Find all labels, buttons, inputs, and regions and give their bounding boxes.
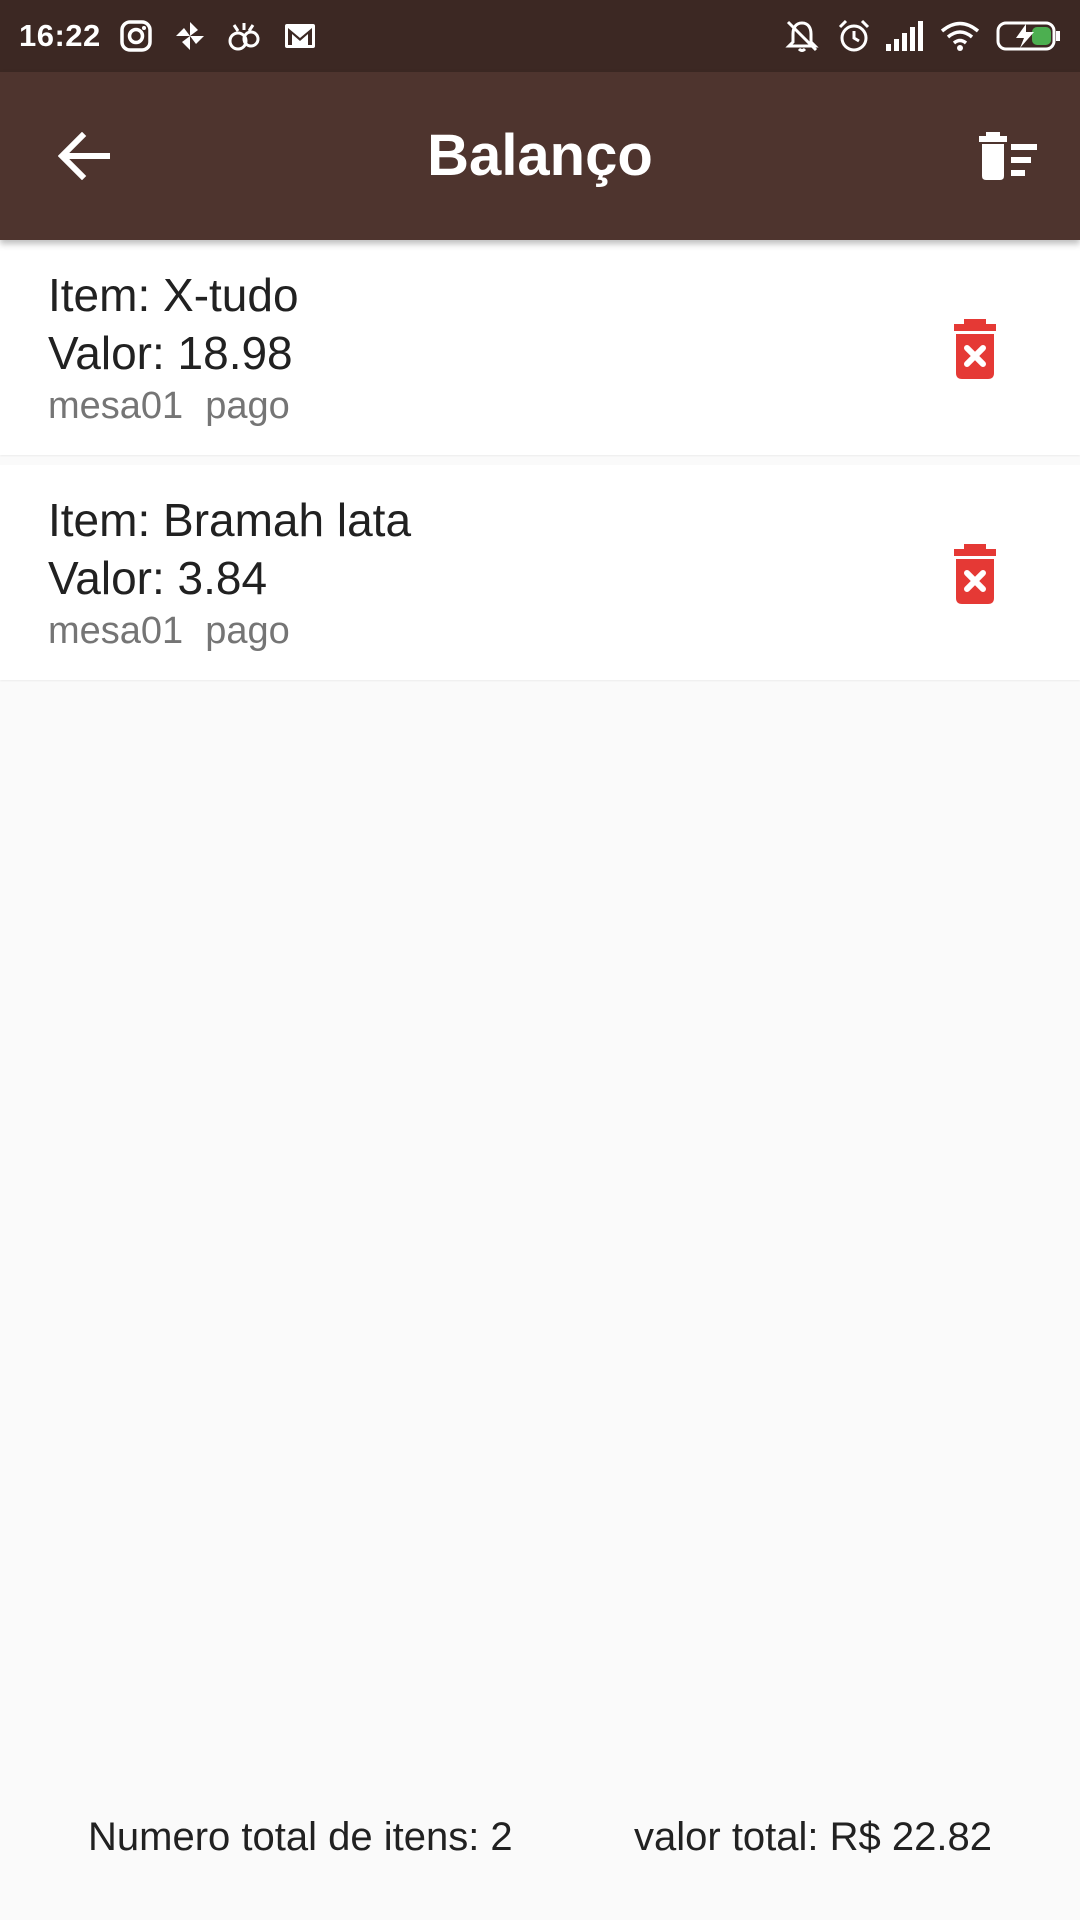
delete-forever-icon (954, 319, 996, 379)
list-item[interactable]: Item: Bramah lata Valor: 3.84 mesa01 pago (0, 465, 1080, 680)
delete-item-button[interactable] (948, 543, 1002, 605)
muted-bell-icon (784, 18, 820, 54)
item-table: mesa01 (48, 610, 184, 652)
item-title: Item: Bramah lata (48, 494, 412, 546)
app-bar: Balanço (0, 72, 1080, 240)
total-value: valor total: R$ 22.82 (634, 1815, 992, 1859)
delete-sweep-icon (979, 132, 1037, 180)
clear-all-button[interactable] (966, 114, 1050, 198)
gmail-icon (282, 18, 318, 54)
wifi-icon (940, 18, 980, 54)
page-title: Balanço (427, 123, 653, 188)
status-time: 16:22 (19, 18, 101, 53)
item-meta: mesa01 pago (48, 385, 290, 428)
item-status: pago (205, 385, 290, 427)
delete-item-button[interactable] (948, 318, 1002, 380)
list-item[interactable]: Item: X-tudo Valor: 18.98 mesa01 pago (0, 240, 1080, 455)
item-title: Item: X-tudo (48, 269, 299, 321)
instagram-icon (118, 18, 154, 54)
summary-footer: Numero total de itens: 2 valor total: R$… (0, 1815, 1080, 1875)
alarm-icon (836, 18, 872, 54)
item-status: pago (205, 610, 290, 652)
item-meta: mesa01 pago (48, 610, 290, 653)
status-bar: 16:22 (0, 0, 1080, 72)
pinwheel-icon (172, 18, 208, 54)
notification-app-icon (226, 18, 262, 54)
delete-forever-icon (954, 544, 996, 604)
item-value: Valor: 3.84 (48, 552, 268, 604)
signal-icon (884, 18, 924, 54)
total-items-count: Numero total de itens: 2 (88, 1815, 513, 1859)
item-table: mesa01 (48, 385, 184, 427)
balance-list: Item: X-tudo Valor: 18.98 mesa01 pago Ite… (0, 240, 1080, 690)
item-value: Valor: 18.98 (48, 327, 293, 379)
battery-charging-icon (996, 18, 1062, 54)
